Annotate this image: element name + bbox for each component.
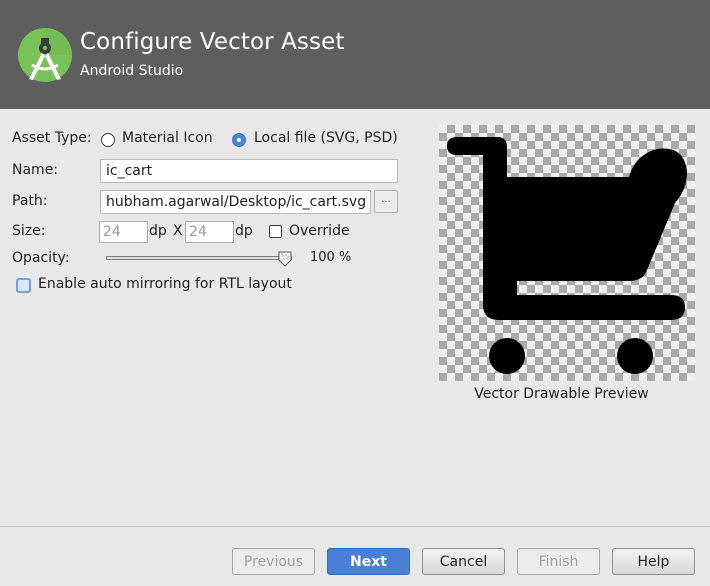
preview-caption: Vector Drawable Preview xyxy=(474,386,649,402)
dialog-subtitle: Android Studio xyxy=(80,63,184,79)
size-separator: X xyxy=(173,223,183,239)
name-input[interactable] xyxy=(100,159,398,183)
next-button[interactable]: Next xyxy=(327,548,410,575)
path-label: Path: xyxy=(12,193,48,209)
auto-mirror-label[interactable]: Enable auto mirroring for RTL layout xyxy=(38,276,292,292)
opacity-slider-thumb[interactable] xyxy=(278,251,292,267)
help-button[interactable]: Help xyxy=(612,548,695,575)
size-width-input[interactable] xyxy=(99,221,148,243)
dialog-title: Configure Vector Asset xyxy=(80,29,345,55)
local-file-radio-label[interactable]: Local file (SVG, PSD) xyxy=(254,130,398,146)
previous-button[interactable]: Previous xyxy=(232,548,315,575)
name-label: Name: xyxy=(12,162,59,178)
asset-type-label: Asset Type: xyxy=(12,130,92,146)
browse-button[interactable]: ... xyxy=(374,190,398,213)
override-label[interactable]: Override xyxy=(289,223,350,239)
path-input[interactable] xyxy=(100,190,371,214)
size-height-unit: dp xyxy=(235,223,253,239)
finish-button[interactable]: Finish xyxy=(517,548,600,575)
local-file-radio[interactable] xyxy=(232,133,246,147)
android-studio-logo-icon xyxy=(18,28,72,82)
footer-separator xyxy=(0,526,710,527)
size-label: Size: xyxy=(12,223,46,239)
opacity-slider-track[interactable] xyxy=(106,256,292,260)
material-icon-radio-label[interactable]: Material Icon xyxy=(122,130,213,146)
cancel-button[interactable]: Cancel xyxy=(422,548,505,575)
opacity-value: 100 % xyxy=(310,250,352,265)
vector-preview xyxy=(439,125,695,381)
material-icon-radio[interactable] xyxy=(101,133,115,147)
override-checkbox[interactable] xyxy=(269,225,282,238)
dialog-header: Configure Vector Asset Android Studio xyxy=(0,0,710,109)
size-width-unit: dp xyxy=(149,223,167,239)
auto-mirror-checkbox[interactable] xyxy=(16,278,31,293)
opacity-label: Opacity: xyxy=(12,250,70,266)
size-height-input[interactable] xyxy=(185,221,234,243)
shopping-cart-icon xyxy=(447,137,687,374)
